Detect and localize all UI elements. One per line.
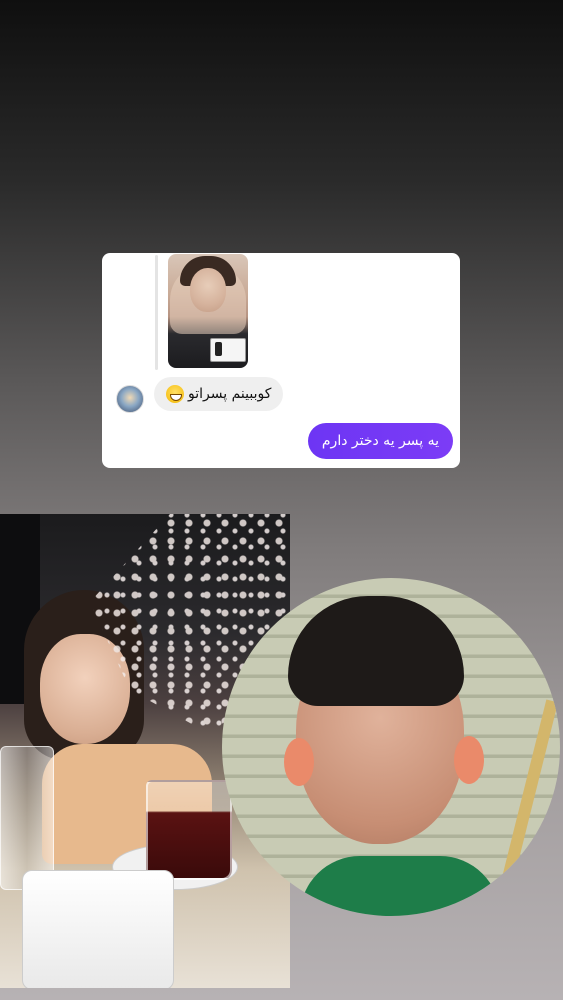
sender-avatar[interactable] xyxy=(116,385,144,413)
glass-jar xyxy=(0,746,54,890)
thumbnail-inset-icon xyxy=(210,338,246,362)
outgoing-message-text: یه پسر یه دختر دارم xyxy=(321,433,439,449)
reel-thumbnail[interactable] xyxy=(168,254,248,368)
tea-glass xyxy=(146,780,232,880)
incoming-message-text: کوببینم پسراتو xyxy=(188,386,272,402)
dm-screenshot-card: کوببینم پسراتو یه پسر یه دختر دارم xyxy=(102,253,460,468)
grinning-face-emoji-icon xyxy=(166,385,184,403)
thumbnail-face xyxy=(190,268,226,312)
boy-left-ear xyxy=(284,738,314,786)
boy-shirt xyxy=(300,856,500,916)
reply-quote-bar xyxy=(155,255,158,370)
incoming-message-bubble: کوببینم پسراتو xyxy=(154,377,284,411)
background-pole xyxy=(497,699,559,897)
napkin-holder xyxy=(22,870,174,988)
boy-right-ear xyxy=(454,736,484,784)
photo-boy-selfie-circle xyxy=(222,578,560,916)
outgoing-message-bubble: یه پسر یه دختر دارم xyxy=(307,423,453,459)
boy-hair xyxy=(288,596,464,706)
